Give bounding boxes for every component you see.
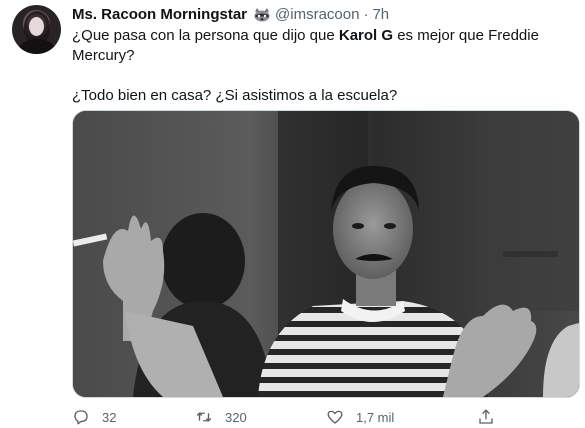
avatar-face	[29, 17, 44, 36]
reply-icon	[74, 410, 88, 425]
tweet-text-line-2: ¿Todo bien en casa? ¿Si asistimos a la e…	[72, 87, 398, 104]
avatar-body	[18, 39, 56, 54]
avatar[interactable]	[12, 5, 61, 54]
retweet-count: 320	[225, 409, 247, 425]
raccoon-icon	[253, 7, 271, 22]
heart-icon	[327, 410, 343, 424]
like-count: 1,7 mil	[356, 409, 395, 425]
tweet-text-bold: Karol G	[338, 27, 394, 44]
tweet-header: Ms. Racoon Morningstar @imsracoon · 7h	[72, 5, 389, 24]
timestamp[interactable]: 7h	[372, 6, 389, 23]
user-handle[interactable]: @imsracoon	[275, 6, 359, 23]
tweet-photo[interactable]	[72, 110, 580, 398]
share-icon	[479, 409, 493, 424]
tweet-text: ¿Que pasa con la persona que dijo que Ka…	[72, 26, 562, 106]
retweet-icon	[196, 412, 212, 422]
display-name[interactable]: Ms. Racoon Morningstar	[72, 6, 247, 23]
reply-count: 32	[102, 409, 117, 425]
separator-dot: ·	[363, 6, 369, 23]
tweet-text-line-1: ¿Que pasa con la persona que dijo que Ka…	[72, 27, 539, 64]
